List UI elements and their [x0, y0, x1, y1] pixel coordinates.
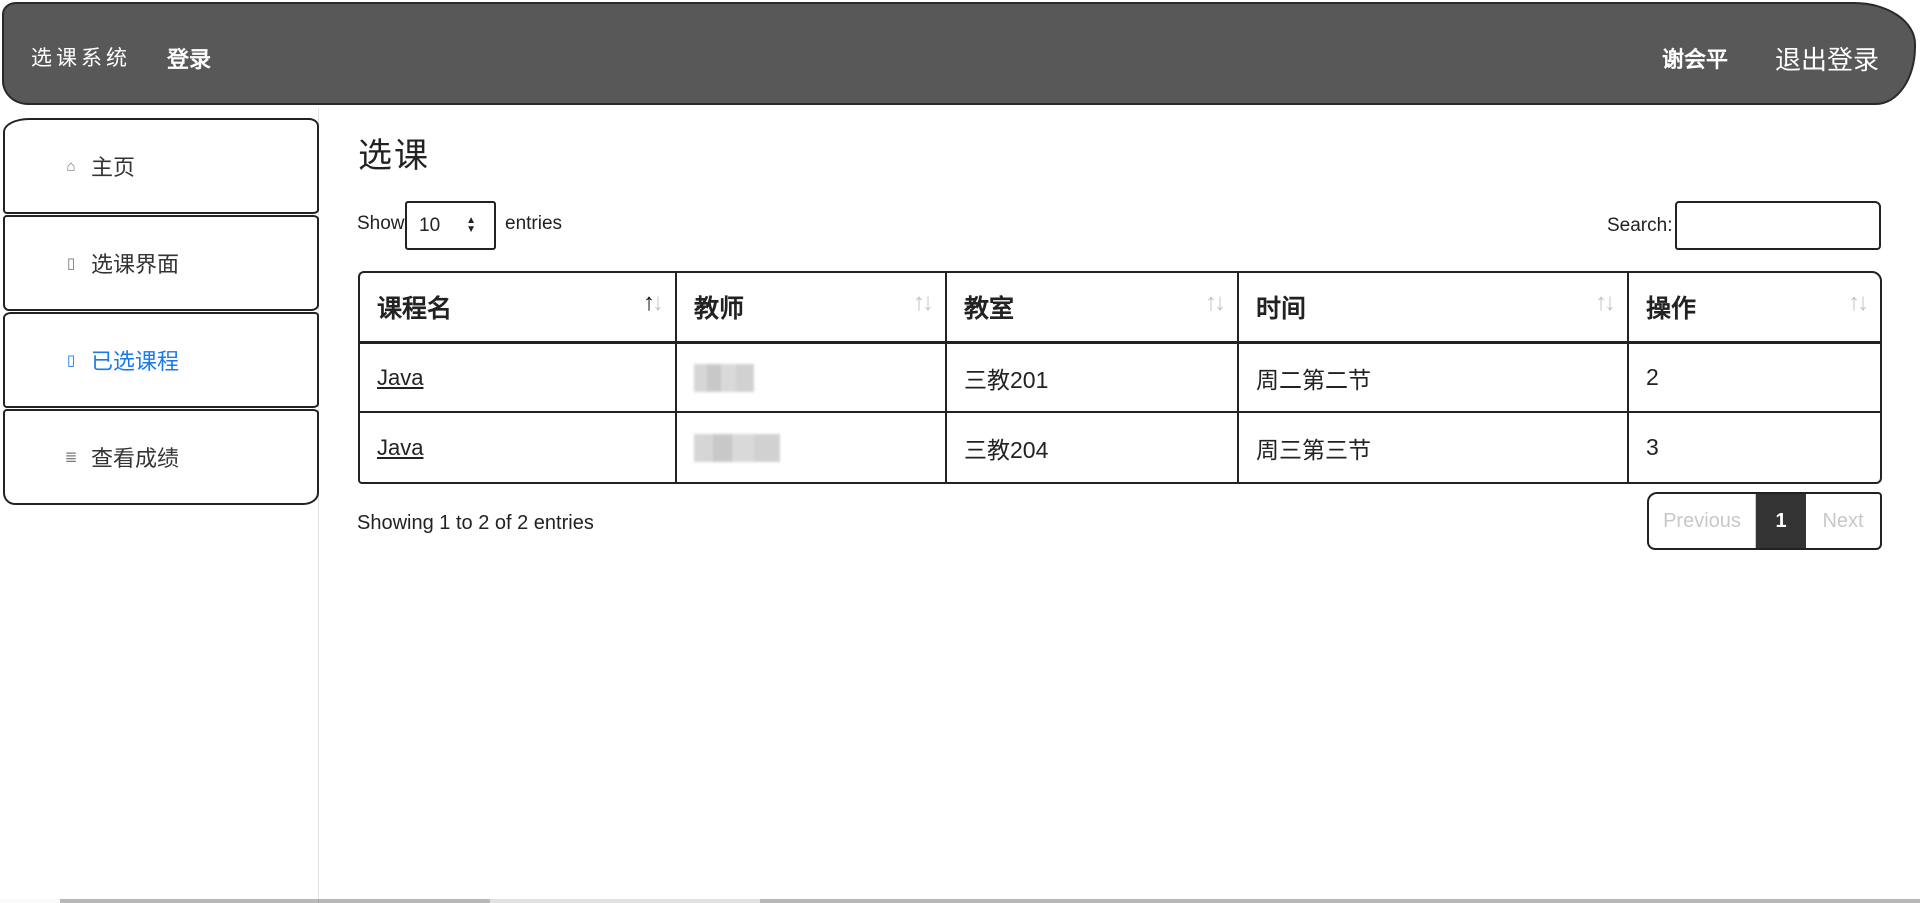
column-header-course[interactable]: 课程名 ↑↓ [360, 273, 677, 341]
next-page-button[interactable]: Next [1806, 494, 1880, 548]
page-1-button[interactable]: 1 [1756, 494, 1806, 548]
cell-course: Java [360, 413, 677, 482]
selected-courses-table: 课程名 ↑↓ 教师 ↑↓ 教室 ↑↓ 时间 ↑↓ 操作 ↑↓ Java 三教20… [358, 271, 1882, 484]
column-header-time[interactable]: 时间 ↑↓ [1239, 273, 1629, 341]
previous-page-button[interactable]: Previous [1649, 494, 1756, 548]
pagination: Previous 1 Next [1647, 492, 1882, 550]
search-label: Search: [1607, 215, 1673, 236]
cell-classroom: 三教201 [947, 344, 1239, 411]
cell-time: 周二第二节 [1239, 344, 1629, 411]
sort-icon: ↑↓ [1595, 289, 1616, 316]
table-row: Java 三教201 周二第二节 2 [360, 344, 1880, 413]
top-navbar: 选课系统 登录 谢会平 退出登录 [2, 2, 1916, 105]
bottom-edge [0, 899, 1920, 903]
redacted-teacher-name [694, 433, 780, 462]
sidebar-item-label: 选课界面 [91, 252, 180, 277]
cell-time: 周三第三节 [1239, 413, 1629, 482]
entries-per-page-value: 10 [419, 214, 441, 236]
length-suffix-label: entries [505, 213, 563, 234]
cell-teacher [677, 413, 947, 482]
cell-teacher [677, 344, 947, 411]
book-icon: ▯ [66, 255, 76, 272]
sort-asc-icon: ↑↓ [643, 289, 664, 316]
column-header-teacher[interactable]: 教师 ↑↓ [677, 273, 947, 341]
sort-icon: ↑↓ [913, 289, 934, 316]
cell-course: Java [360, 344, 677, 411]
list-icon: ≣ [64, 449, 78, 466]
length-prefix-label: Show [357, 213, 405, 234]
sidebar-item-selected-courses[interactable]: ▯ 已选课程 [3, 312, 319, 408]
redacted-teacher-name [694, 363, 754, 392]
course-link[interactable]: Java [377, 435, 423, 461]
sort-icon: ↑↓ [1205, 289, 1226, 316]
current-user-name[interactable]: 谢会平 [1662, 42, 1728, 74]
home-icon: ⌂ [66, 157, 76, 175]
column-header-label: 教室 [964, 295, 1015, 323]
column-header-label: 教师 [694, 295, 745, 323]
sidebar-item-view-grades[interactable]: ≣ 查看成绩 [3, 409, 319, 505]
sidebar-item-course-selection[interactable]: ▯ 选课界面 [3, 215, 319, 311]
column-header-classroom[interactable]: 教室 ↑↓ [947, 273, 1239, 341]
brand-title[interactable]: 选课系统 [31, 42, 131, 72]
entries-per-page-select[interactable]: 10 ▲ ▼ [405, 201, 496, 250]
table-info: Showing 1 to 2 of 2 entries [357, 512, 594, 534]
book-icon: ▯ [66, 352, 76, 369]
column-header-label: 时间 [1256, 295, 1307, 323]
table-row: Java 三教204 周三第三节 3 [360, 413, 1880, 482]
select-arrows-icon: ▲ ▼ [466, 215, 476, 235]
column-header-label: 课程名 [377, 295, 453, 323]
cell-action: 2 [1646, 364, 1659, 390]
cell-action: 3 [1646, 434, 1659, 460]
page-title: 选课 [358, 136, 430, 176]
logout-link[interactable]: 退出登录 [1775, 40, 1879, 77]
sidebar-item-label: 查看成绩 [91, 446, 180, 471]
login-link[interactable]: 登录 [167, 42, 211, 74]
sidebar-item-label: 主页 [91, 155, 136, 180]
sidebar-item-home[interactable]: ⌂ 主页 [3, 118, 319, 214]
table-header-row: 课程名 ↑↓ 教师 ↑↓ 教室 ↑↓ 时间 ↑↓ 操作 ↑↓ [360, 273, 1880, 344]
sort-icon: ↑↓ [1848, 289, 1869, 316]
sidebar-item-label: 已选课程 [91, 349, 180, 374]
column-header-action[interactable]: 操作 ↑↓ [1629, 273, 1880, 341]
cell-classroom: 三教204 [947, 413, 1239, 482]
search-input[interactable] [1675, 201, 1881, 250]
course-link[interactable]: Java [377, 365, 423, 391]
column-header-label: 操作 [1646, 295, 1697, 323]
